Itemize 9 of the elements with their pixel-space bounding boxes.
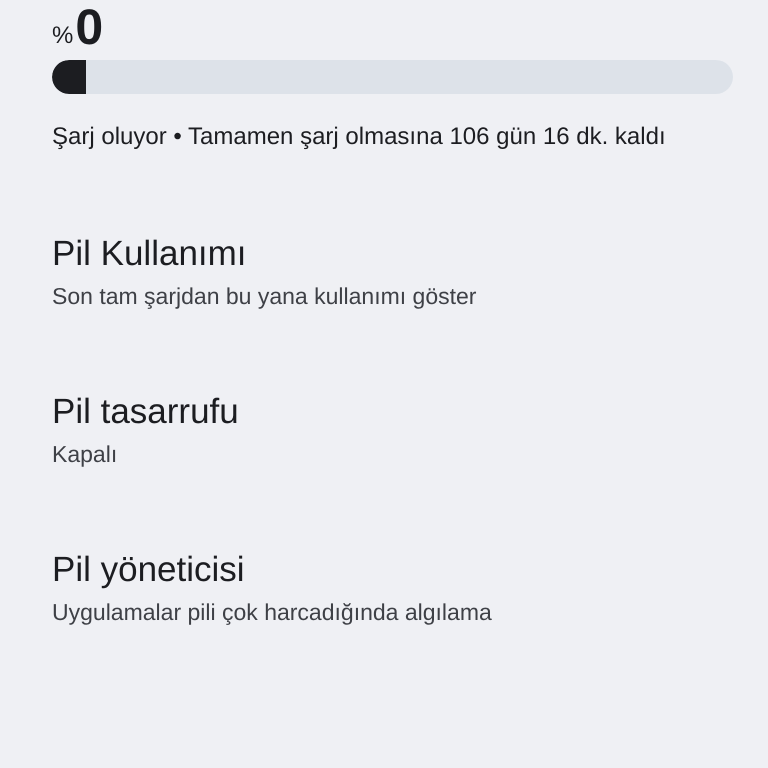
setting-summary: Son tam şarjdan bu yana kullanımı göster xyxy=(52,282,478,311)
percent-sign: % xyxy=(52,24,74,48)
setting-title[interactable]: Pil Kullanımı xyxy=(52,233,733,275)
setting-summary: Kapalı xyxy=(52,440,118,469)
setting-title[interactable]: Pil tasarrufu xyxy=(52,391,733,433)
battery-percentage: 0 xyxy=(75,2,104,52)
setting-title[interactable]: Pil yöneticisi xyxy=(52,549,733,591)
setting-summary: Uygulamalar pili çok harcadığında algılama xyxy=(52,598,493,627)
charging-status: Şarj oluyor • Tamamen şarj olmasına 106 gün 16 dk. kaldı xyxy=(52,122,667,152)
